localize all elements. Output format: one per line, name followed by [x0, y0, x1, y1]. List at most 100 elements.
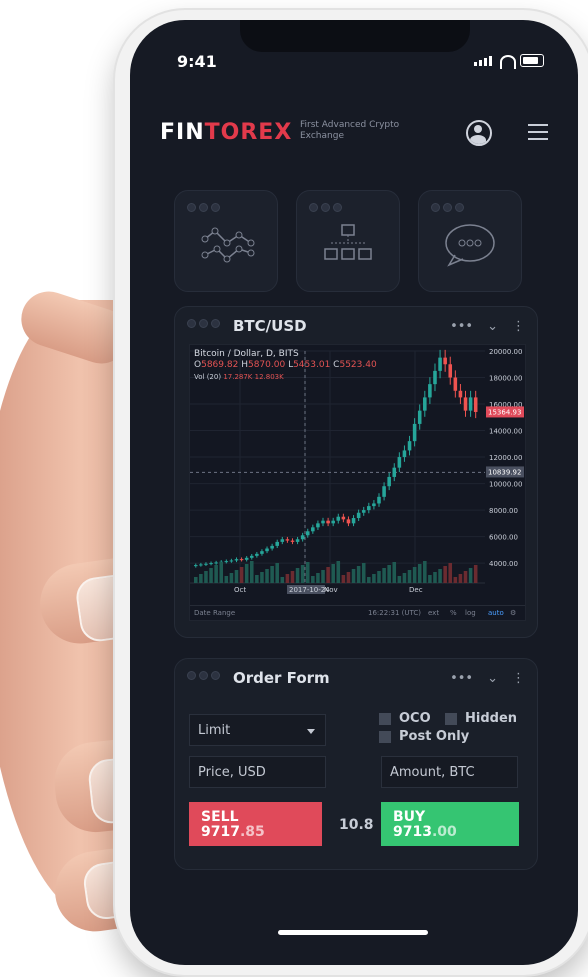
- chevron-down-icon[interactable]: ⌄: [487, 319, 498, 334]
- order-type-select[interactable]: Limit: [189, 714, 326, 746]
- percent-toggle[interactable]: %: [450, 609, 457, 617]
- candle-body: [214, 562, 218, 564]
- tile-hierarchy[interactable]: [296, 190, 400, 292]
- kebab-icon[interactable]: ⋮: [512, 319, 525, 334]
- amount-placeholder: Amount, BTC: [390, 764, 475, 780]
- volume-bar: [285, 574, 290, 583]
- hidden-checkbox[interactable]: Hidden: [445, 711, 517, 726]
- candle-body: [392, 467, 397, 477]
- price-chart[interactable]: 20000.00 18000.00 16000.00 14000.00 12000.00…: [189, 344, 526, 621]
- ohlc-line: O5869.82 H5870.00 L5453.01 C5523.40: [194, 360, 377, 370]
- y-tick-label: 20000.00: [489, 348, 522, 356]
- low-value: 5453.01: [293, 360, 331, 370]
- candle-body: [285, 539, 290, 541]
- tagline: First Advanced Crypto Exchange: [300, 120, 400, 141]
- battery-icon: [520, 54, 544, 67]
- y-tick-label: 10000.00: [489, 481, 522, 489]
- candle-body: [458, 390, 463, 398]
- candle-body: [265, 548, 269, 552]
- candle-body: [260, 551, 264, 554]
- order-form-title: Order Form: [233, 669, 330, 687]
- volume-bar: [443, 566, 447, 583]
- volume-bar: [463, 571, 468, 583]
- more-icon[interactable]: •••: [450, 671, 473, 686]
- tile-chat[interactable]: [418, 190, 522, 292]
- volume-value: 17.287K: [223, 373, 253, 381]
- volume-bar: [438, 569, 442, 583]
- candle-body: [473, 397, 478, 412]
- auto-toggle[interactable]: auto: [488, 609, 504, 617]
- volume-bar: [270, 566, 274, 583]
- volume-bar: [229, 573, 234, 583]
- ext-toggle[interactable]: ext: [428, 609, 439, 617]
- candle-body: [382, 486, 386, 497]
- hidden-label: Hidden: [465, 711, 518, 726]
- oco-label: OCO: [399, 711, 431, 726]
- candle-body: [412, 423, 417, 442]
- volume-bar: [351, 569, 356, 583]
- volume-bar: [199, 574, 203, 583]
- candle-body: [397, 457, 402, 468]
- candle-body: [346, 519, 351, 524]
- kebab-icon[interactable]: ⋮: [512, 671, 525, 686]
- post-only-checkbox[interactable]: Post Only: [379, 729, 469, 744]
- sell-price: 9717: [201, 824, 240, 840]
- y-tick-label: 8000.00: [489, 507, 518, 515]
- chart-bottom-bar: Date Range 16:22:31 (UTC) ext % log auto…: [190, 605, 525, 620]
- chevron-down-icon[interactable]: ⌄: [487, 671, 498, 686]
- chart-legend: Bitcoin / Dollar, D, BITS: [194, 349, 299, 359]
- volume-bar: [423, 561, 427, 583]
- sell-button[interactable]: SELL 9717.85: [189, 802, 322, 846]
- volume-bar: [392, 562, 397, 583]
- volume-bar: [407, 570, 412, 583]
- candle-body: [290, 540, 295, 542]
- logo[interactable]: FINTOREX: [160, 120, 292, 145]
- candle-body: [204, 563, 208, 565]
- volume-bar: [321, 570, 325, 583]
- volume-bar: [372, 574, 376, 583]
- date-range-button[interactable]: Date Range: [194, 609, 235, 617]
- amount-input[interactable]: Amount, BTC: [381, 756, 518, 788]
- candle-body: [367, 506, 371, 511]
- chart-time: 16:22:31 (UTC): [368, 609, 422, 617]
- volume-bar: [397, 576, 402, 583]
- price-input[interactable]: Price, USD: [189, 756, 326, 788]
- volume-bar: [219, 562, 224, 583]
- settings-icon[interactable]: ⚙: [510, 609, 516, 617]
- candle-body: [255, 553, 259, 556]
- home-indicator: [278, 930, 428, 935]
- volume-value: 12.803K: [254, 373, 284, 381]
- volume-bar: [265, 569, 269, 583]
- candle-body: [295, 539, 300, 542]
- log-toggle[interactable]: log: [465, 609, 476, 617]
- order-form-card: Order Form ••• ⌄ ⋮ Limit OCO Hidden Post…: [174, 658, 538, 870]
- candle-body: [387, 476, 391, 487]
- candle-body: [311, 527, 315, 532]
- candle-body: [372, 503, 376, 507]
- candle-body: [326, 520, 330, 524]
- status-icons: [474, 54, 544, 69]
- volume-bar: [194, 577, 198, 583]
- high-value: 5870.00: [247, 360, 286, 370]
- menu-icon[interactable]: [528, 124, 548, 145]
- volume-bar: [433, 572, 437, 583]
- volume-bar: [204, 571, 208, 583]
- instrument-label: Bitcoin / Dollar, D, BITS: [194, 349, 299, 359]
- volume-bar: [224, 576, 229, 583]
- more-icon[interactable]: •••: [450, 319, 473, 334]
- volume-bar: [275, 563, 279, 583]
- oco-checkbox[interactable]: OCO: [379, 711, 431, 726]
- volume-bar: [249, 561, 254, 583]
- spread-value: 10.8: [339, 817, 374, 833]
- post-only-label: Post Only: [399, 729, 470, 744]
- volume-bar: [336, 561, 341, 583]
- avatar-icon[interactable]: [466, 120, 492, 146]
- volume-bar: [412, 567, 417, 583]
- volume-bar: [428, 575, 432, 583]
- candle-body: [417, 410, 422, 424]
- buy-price-decimals: .00: [431, 824, 457, 840]
- y-tick-label: 4000.00: [489, 560, 518, 568]
- buy-button[interactable]: BUY 9713.00: [381, 802, 519, 846]
- tile-analytics[interactable]: [174, 190, 278, 292]
- volume-bar: [244, 564, 249, 583]
